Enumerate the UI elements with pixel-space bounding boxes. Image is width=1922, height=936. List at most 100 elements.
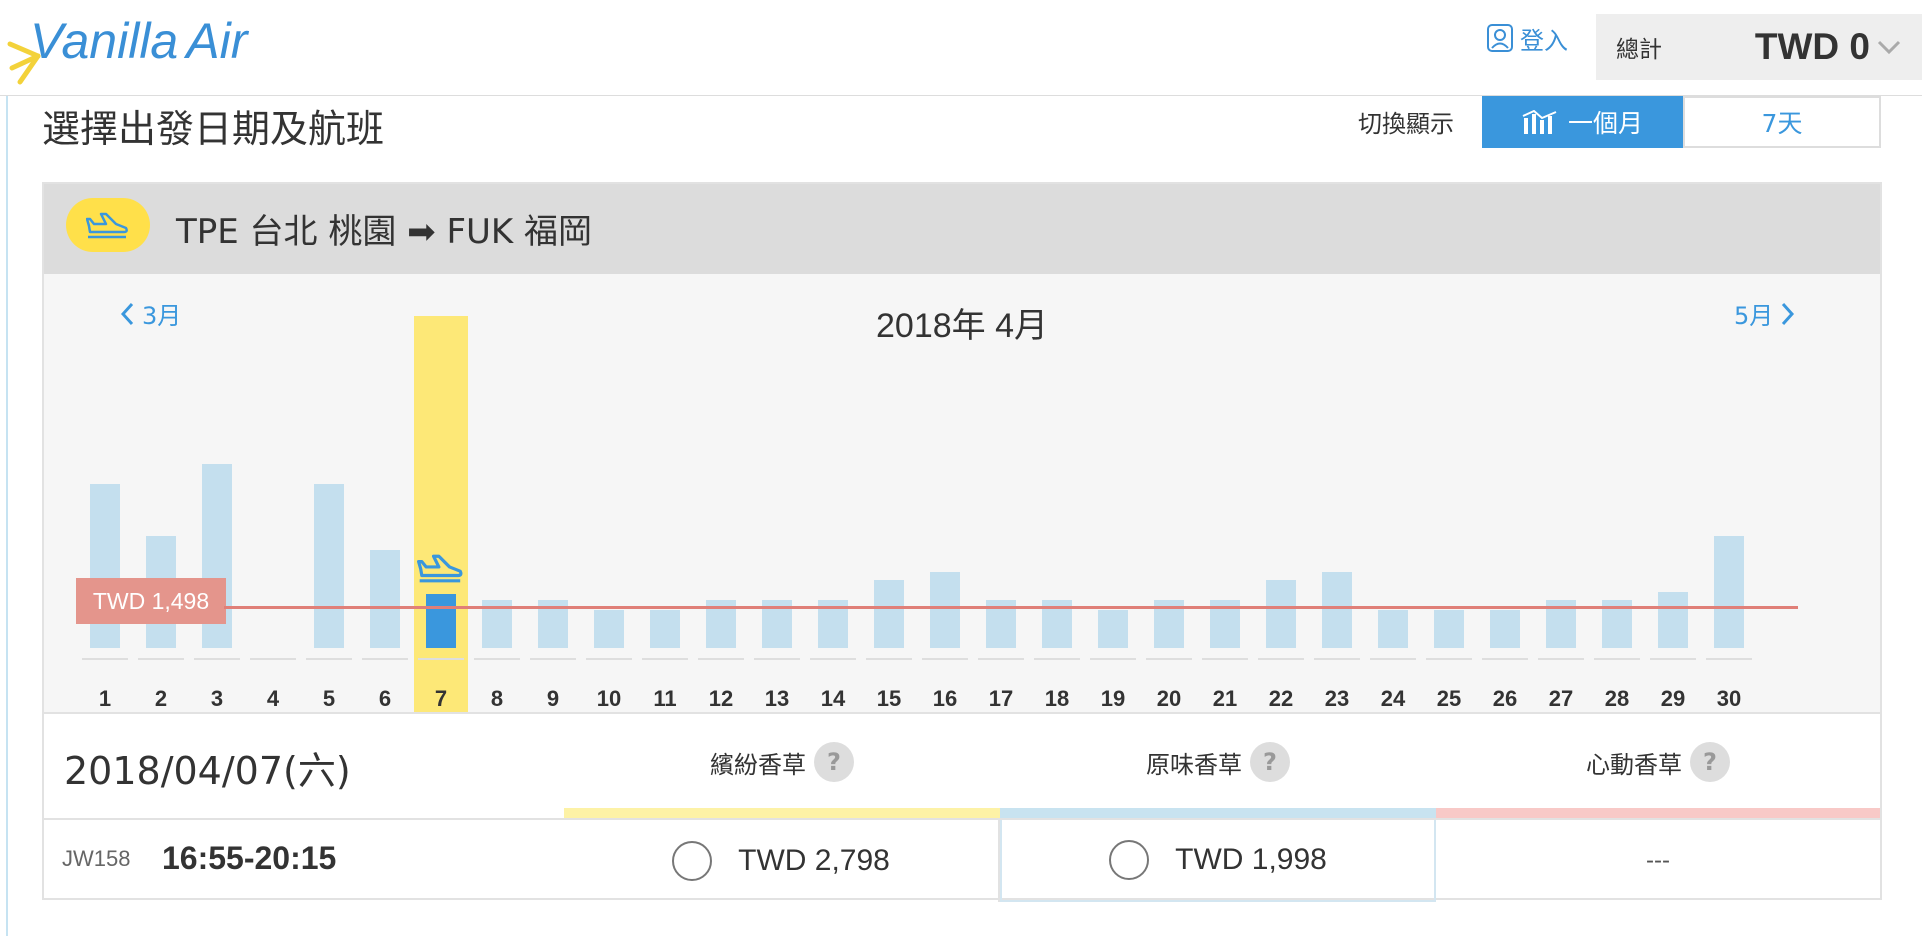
login-button[interactable]: 登入: [1484, 18, 1568, 58]
day-number: 11: [653, 686, 677, 711]
day-baseline: [1146, 658, 1192, 660]
fare-header-label: 心動香草: [1586, 750, 1682, 779]
price-bar[interactable]: [1434, 610, 1464, 648]
fare-option-simple[interactable]: TWD 1,998: [1000, 820, 1436, 902]
price-bar[interactable]: [930, 572, 960, 648]
price-bar[interactable]: [314, 484, 344, 648]
route-bar: TPE 台北 桃園 ➡ FUK 福岡: [44, 184, 1880, 274]
day-number: 21: [1212, 686, 1238, 711]
fare-table: 2018/04/07(六) 繽紛香草 ? 原味香草 ? 心動香草 ? JW158…: [44, 712, 1880, 902]
fare-stripe-simple: [1000, 808, 1436, 818]
price-bar[interactable]: [1098, 610, 1128, 648]
day-number: 30: [1716, 686, 1742, 711]
left-accent-line: [6, 96, 8, 936]
day-number: 22: [1268, 686, 1294, 711]
price-bar[interactable]: [1714, 536, 1744, 648]
flight-row: JW158 16:55-20:15 TWD 2,798 TWD 1,998 --…: [44, 818, 1880, 902]
day-baseline: [474, 658, 520, 660]
day-number: 24: [1380, 686, 1406, 711]
day-number: 1: [98, 686, 112, 711]
help-icon[interactable]: ?: [814, 742, 854, 782]
fare-date: 2018/04/07(六): [64, 749, 351, 793]
fare-radio[interactable]: [1109, 840, 1150, 880]
day-baseline: [698, 658, 744, 660]
day-baseline: [1482, 658, 1528, 660]
price-bar[interactable]: [874, 580, 904, 648]
day-baseline: [1650, 658, 1696, 660]
day-baseline: [306, 658, 352, 660]
day-baseline: [1538, 658, 1584, 660]
total-value: TWD 0: [1754, 26, 1870, 67]
day-baseline: [194, 658, 240, 660]
login-label: 登入: [1520, 26, 1568, 55]
page-title: 選擇出發日期及航班: [42, 107, 385, 151]
price-bar[interactable]: [1658, 592, 1688, 648]
day-baseline: [418, 658, 464, 660]
day-number: 13: [764, 686, 790, 711]
day-baseline: [922, 658, 968, 660]
day-number: 15: [876, 686, 902, 711]
day-number: 2: [154, 686, 168, 711]
vanilla-air-logo[interactable]: Vanilla Air: [2, 6, 262, 86]
day-number: 8: [490, 686, 504, 711]
fare-stripe-funpack: [564, 808, 1000, 818]
price-bar[interactable]: [594, 610, 624, 648]
day-baseline: [1202, 658, 1248, 660]
price-line-tag: TWD 1,498: [76, 578, 226, 624]
fare-header-commit: 心動香草 ?: [1436, 734, 1880, 790]
day-number: 16: [932, 686, 958, 711]
price-bar[interactable]: [1266, 580, 1296, 648]
day-baseline: [1594, 658, 1640, 660]
day-baseline: [1090, 658, 1136, 660]
price-bar[interactable]: [1378, 610, 1408, 648]
day-baseline: [362, 658, 408, 660]
plane-icon: [417, 554, 463, 583]
day-number: 5: [322, 686, 336, 711]
fare-header-label: 繽紛香草: [710, 750, 806, 779]
flight-calendar-panel: TPE 台北 桃園 ➡ FUK 福岡 3月 2018年 4月 5月 1日2一3二…: [42, 182, 1882, 902]
day-baseline: [1370, 658, 1416, 660]
day-baseline: [754, 658, 800, 660]
view-week-button[interactable]: 7天: [1683, 96, 1881, 148]
total-label: 總計: [1616, 37, 1662, 63]
day-baseline: [138, 658, 184, 660]
help-icon[interactable]: ?: [1690, 742, 1730, 782]
price-bar[interactable]: [426, 594, 456, 648]
day-number: 25: [1436, 686, 1462, 711]
day-number: 3: [210, 686, 224, 711]
day-number: 9: [546, 686, 560, 711]
day-baseline: [978, 658, 1024, 660]
user-icon: [1487, 24, 1513, 52]
price-bar[interactable]: [370, 550, 400, 648]
flight-number: JW158: [62, 846, 131, 871]
calendar-day[interactable]: [414, 314, 468, 648]
day-baseline: [1706, 658, 1752, 660]
day-number: 18: [1044, 686, 1070, 711]
day-number: 20: [1156, 686, 1182, 711]
day-baseline: [866, 658, 912, 660]
day-baseline: [810, 658, 856, 660]
day-baseline: [1258, 658, 1304, 660]
route-pill: [66, 198, 150, 252]
plane-icon: [86, 212, 128, 239]
price-bar[interactable]: [650, 610, 680, 648]
fare-unavailable: ---: [1646, 847, 1670, 874]
day-baseline: [1426, 658, 1472, 660]
day-number: 28: [1604, 686, 1630, 711]
fare-price: TWD 1,998: [1175, 843, 1327, 876]
price-bar[interactable]: [1490, 610, 1520, 648]
day-baseline: [82, 658, 128, 660]
day-number: 4: [266, 686, 280, 711]
cart-total[interactable]: 總計 TWD 0: [1596, 14, 1922, 80]
day-baseline: [1034, 658, 1080, 660]
fare-option-funpack[interactable]: TWD 2,798: [564, 820, 1000, 902]
price-bar[interactable]: [1322, 572, 1352, 648]
fare-radio[interactable]: [672, 841, 713, 881]
site-header: Vanilla Air 登入 總計 TWD 0: [0, 0, 1922, 96]
day-number: 23: [1324, 686, 1350, 711]
help-icon[interactable]: ?: [1250, 742, 1290, 782]
view-month-button[interactable]: 一個月: [1482, 96, 1683, 148]
flight-time: 16:55-20:15: [162, 840, 337, 876]
day-number: 10: [596, 686, 622, 711]
day-number: 14: [820, 686, 846, 711]
